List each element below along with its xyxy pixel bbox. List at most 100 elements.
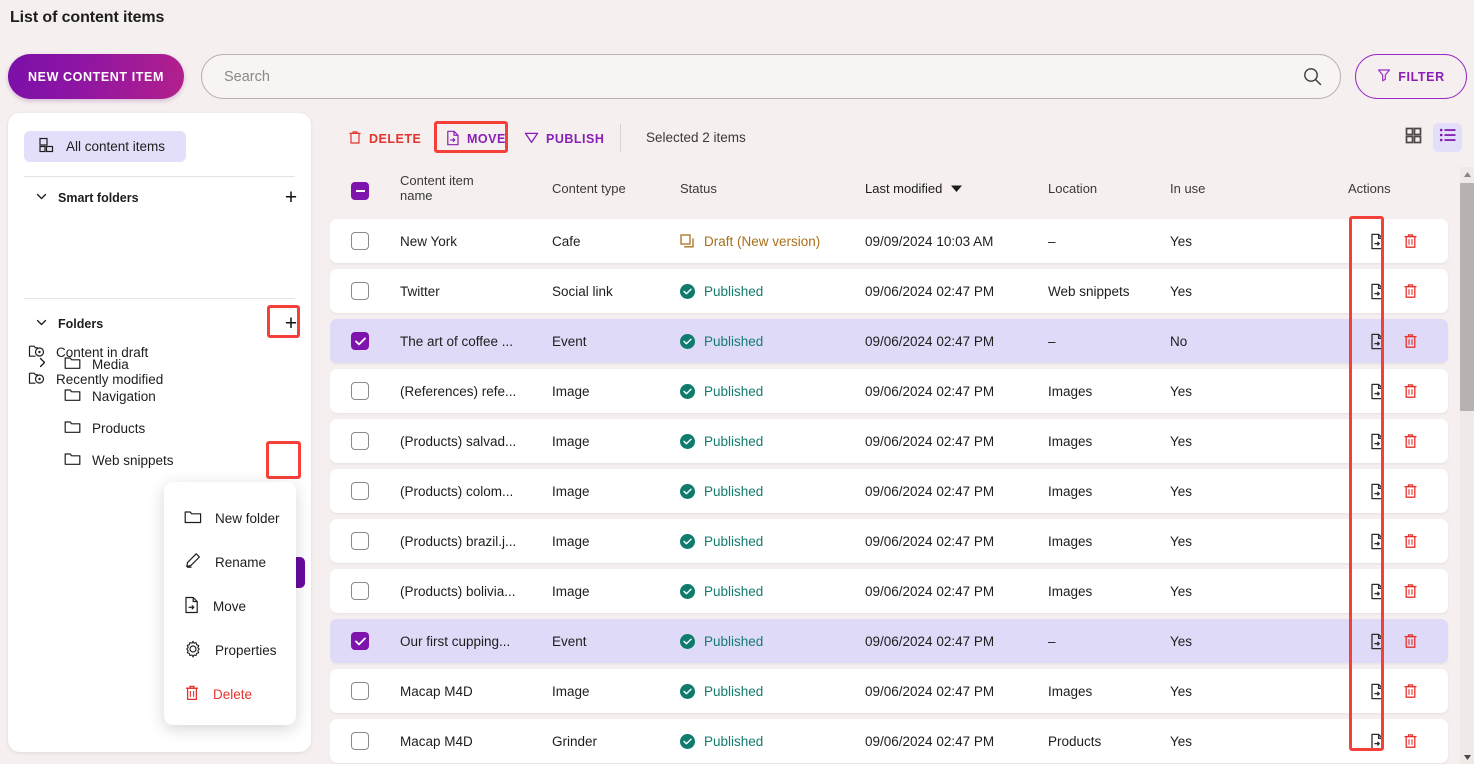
table-scrollbar[interactable]	[1460, 167, 1474, 764]
published-check-icon	[680, 684, 695, 699]
table-row[interactable]: Our first cupping...EventPublished09/06/…	[330, 619, 1448, 663]
trash-icon[interactable]	[1403, 733, 1418, 749]
row-checkbox[interactable]	[351, 382, 369, 400]
context-menu-item-properties[interactable]: Properties	[164, 628, 296, 672]
trash-icon[interactable]	[1403, 533, 1418, 549]
new-content-item-button[interactable]: NEW CONTENT ITEM	[8, 54, 184, 99]
trash-icon[interactable]	[1403, 433, 1418, 449]
context-menu-item-delete[interactable]: Delete	[164, 672, 296, 716]
filter-button[interactable]: FILTER	[1355, 54, 1467, 99]
cell-name: (Products) colom...	[400, 469, 513, 513]
trash-icon[interactable]	[1403, 483, 1418, 499]
cell-in-use: Yes	[1170, 419, 1192, 463]
row-checkbox[interactable]	[351, 632, 369, 650]
row-checkbox[interactable]	[351, 532, 369, 550]
row-checkbox[interactable]	[351, 482, 369, 500]
add-folder-button[interactable]: +	[278, 310, 304, 336]
move-document-icon[interactable]	[1370, 383, 1385, 400]
sidebar-item-navigation[interactable]: Navigation	[64, 387, 156, 405]
table-row[interactable]: Macap M4DImagePublished09/06/2024 02:47 …	[330, 669, 1448, 713]
row-checkbox[interactable]	[351, 732, 369, 750]
table-row[interactable]: New YorkCafeDraft (New version)09/09/202…	[330, 219, 1448, 263]
move-document-icon[interactable]	[1370, 733, 1385, 750]
scrollbar-down-arrow-icon[interactable]	[1460, 750, 1474, 764]
trash-icon[interactable]	[1403, 383, 1418, 399]
sidebar-divider-bottom	[24, 298, 295, 299]
trash-icon[interactable]	[1403, 233, 1418, 249]
context-menu-item-move[interactable]: Move	[164, 584, 296, 628]
cell-name: Our first cupping...	[400, 619, 510, 663]
cell-status: Published	[680, 719, 763, 763]
row-checkbox[interactable]	[351, 282, 369, 300]
row-checkbox[interactable]	[351, 232, 369, 250]
table-row[interactable]: (Products) salvad...ImagePublished09/06/…	[330, 419, 1448, 463]
sidebar-section-smart-folders[interactable]: Smart folders	[35, 190, 139, 206]
trash-icon[interactable]	[1403, 683, 1418, 699]
column-header-status[interactable]: Status	[680, 181, 717, 196]
move-document-icon[interactable]	[1370, 233, 1385, 250]
move-document-icon[interactable]	[1370, 483, 1385, 500]
move-document-icon[interactable]	[1370, 633, 1385, 650]
status-label: Published	[704, 634, 763, 649]
search-icon[interactable]	[1303, 67, 1322, 86]
cell-name: (Products) salvad...	[400, 419, 516, 463]
trash-icon[interactable]	[1403, 333, 1418, 349]
add-smart-folder-button[interactable]: +	[278, 184, 304, 210]
scrollbar-thumb[interactable]	[1460, 183, 1474, 411]
trash-icon[interactable]	[1403, 283, 1418, 299]
context-item-label: Rename	[215, 555, 266, 570]
column-header-last-modified[interactable]: Last modified	[865, 181, 963, 196]
column-header-name[interactable]: Content item name	[400, 173, 490, 203]
publish-button[interactable]: PUBLISH	[524, 124, 604, 154]
table-row[interactable]: The art of coffee ...EventPublished09/06…	[330, 319, 1448, 363]
search-bar[interactable]	[201, 54, 1341, 99]
filter-label: FILTER	[1398, 70, 1444, 84]
cell-status: Published	[680, 369, 763, 413]
move-document-icon[interactable]	[1370, 533, 1385, 550]
move-document-icon[interactable]	[1370, 433, 1385, 450]
sidebar-section-folders[interactable]: Folders	[35, 316, 103, 332]
column-header-in-use[interactable]: In use	[1170, 181, 1205, 196]
table-row[interactable]: Macap M4DGrinderPublished09/06/2024 02:4…	[330, 719, 1448, 763]
sidebar-item-media[interactable]: Media	[64, 355, 129, 373]
cell-location: –	[1048, 319, 1056, 363]
row-checkbox[interactable]	[351, 432, 369, 450]
trash-icon[interactable]	[1403, 633, 1418, 649]
list-view-button[interactable]	[1433, 123, 1462, 152]
sidebar-item-web-snippets[interactable]: Web snippets	[64, 451, 174, 469]
sidebar-item-all-content-items[interactable]: All content items	[24, 131, 186, 162]
move-document-icon[interactable]	[1370, 333, 1385, 350]
move-document-icon[interactable]	[1370, 583, 1385, 600]
cell-name: (Products) brazil.j...	[400, 519, 516, 563]
move-document-icon[interactable]	[1370, 683, 1385, 700]
row-checkbox[interactable]	[351, 682, 369, 700]
table-row[interactable]: (Products) bolivia...ImagePublished09/06…	[330, 569, 1448, 613]
delete-button[interactable]: DELETE	[348, 124, 421, 154]
sidebar-item-products[interactable]: Products	[64, 419, 145, 437]
move-document-icon	[446, 130, 460, 149]
table-row[interactable]: (Products) brazil.j...ImagePublished09/0…	[330, 519, 1448, 563]
context-menu-item-rename[interactable]: Rename	[164, 540, 296, 584]
context-item-label: Properties	[215, 643, 277, 658]
table-row[interactable]: TwitterSocial linkPublished09/06/2024 02…	[330, 269, 1448, 313]
select-all-checkbox[interactable]	[351, 182, 369, 200]
smart-folders-label: Smart folders	[58, 191, 139, 205]
status-label: Published	[704, 584, 763, 599]
context-menu-item-new-folder[interactable]: New folder	[164, 496, 296, 540]
status-label: Published	[704, 734, 763, 749]
move-button[interactable]: MOVE	[436, 124, 516, 154]
scrollbar-up-arrow-icon[interactable]	[1460, 167, 1474, 181]
search-input[interactable]	[202, 69, 1303, 85]
table-row[interactable]: (Products) colom...ImagePublished09/06/2…	[330, 469, 1448, 513]
grid-view-button[interactable]	[1399, 123, 1428, 152]
move-document-icon[interactable]	[1370, 283, 1385, 300]
folders-label: Folders	[58, 317, 103, 331]
row-checkbox[interactable]	[351, 582, 369, 600]
trash-icon[interactable]	[1403, 583, 1418, 599]
expand-media-chevron-right-icon[interactable]	[36, 356, 49, 374]
row-checkbox[interactable]	[351, 332, 369, 350]
publish-icon	[524, 131, 539, 148]
column-header-type[interactable]: Content type	[552, 181, 626, 196]
column-header-location[interactable]: Location	[1048, 181, 1097, 196]
table-row[interactable]: (References) refe...ImagePublished09/06/…	[330, 369, 1448, 413]
